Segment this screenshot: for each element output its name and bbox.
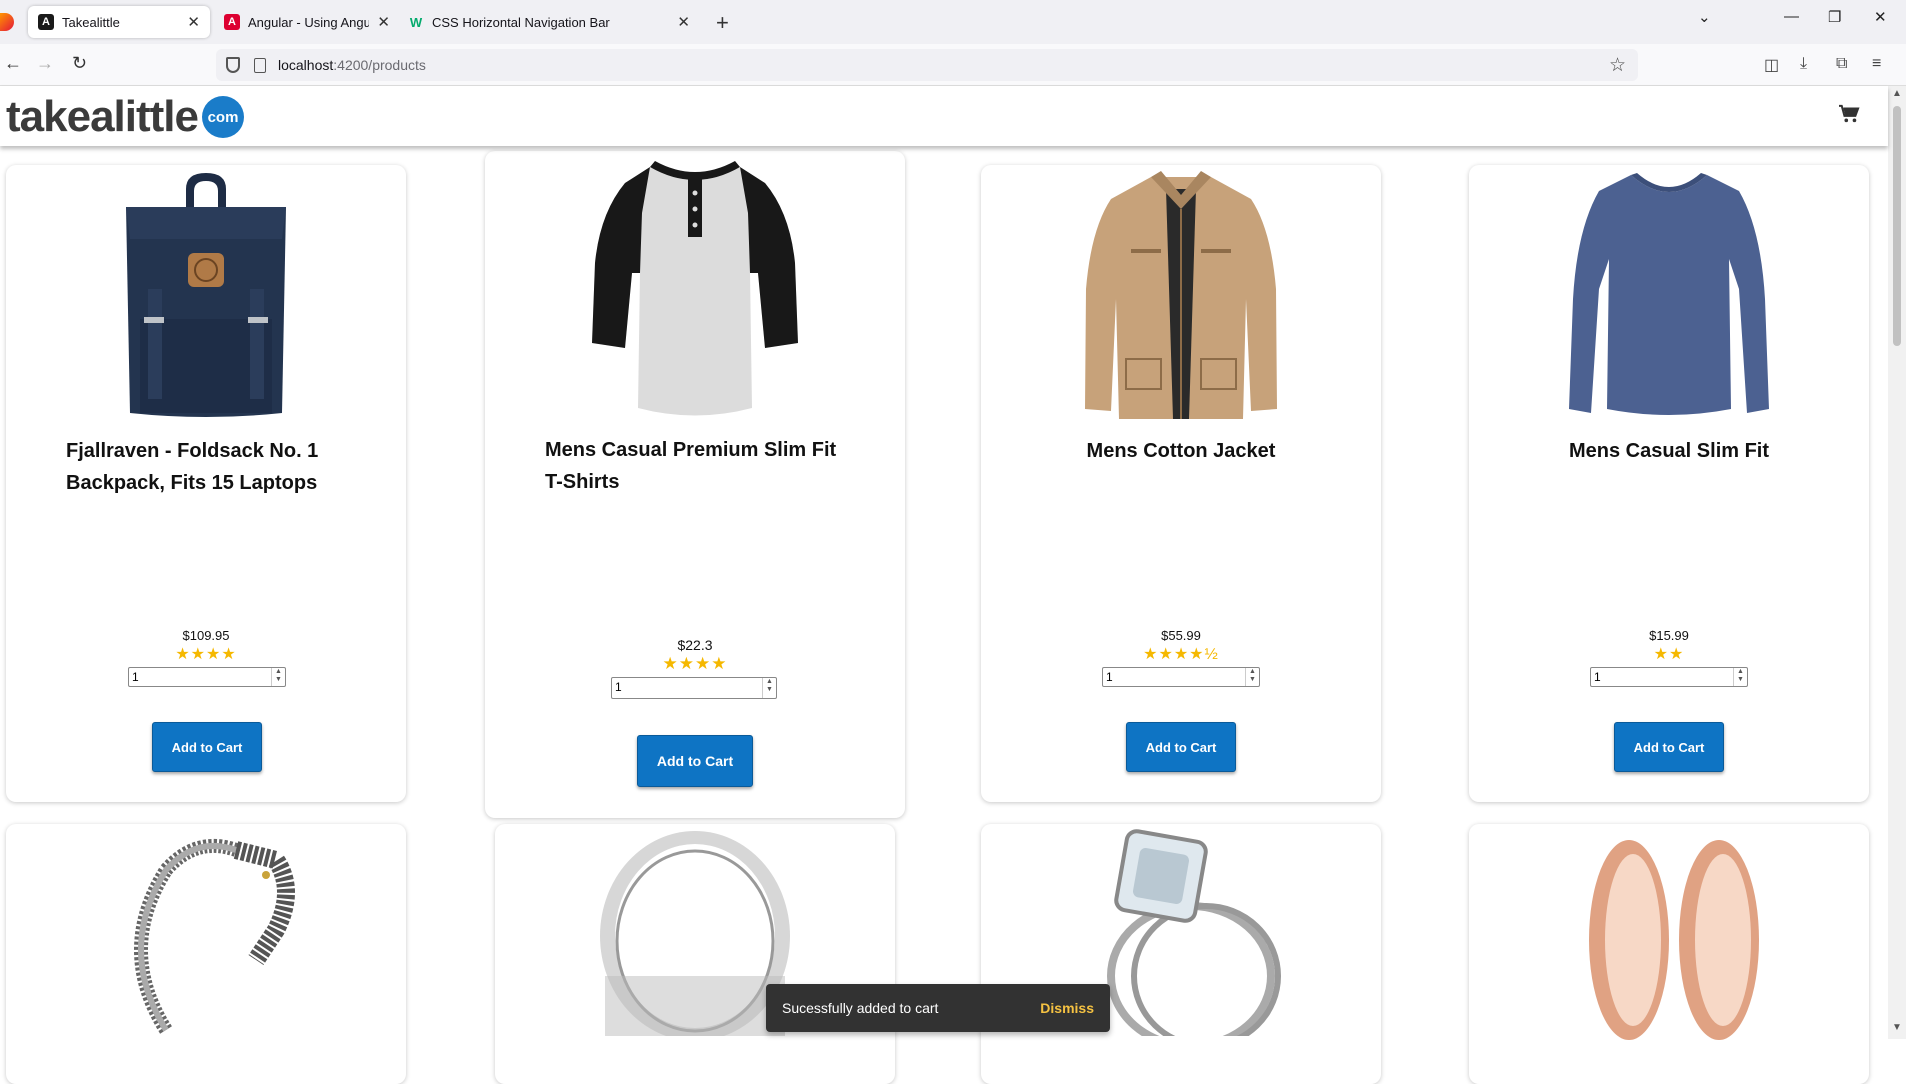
page-icon[interactable] (254, 57, 266, 73)
product-title[interactable]: Mens Casual Slim Fit (1529, 435, 1809, 467)
menu-icon[interactable]: ≡ (1872, 55, 1881, 73)
quantity-stepper[interactable]: ▲ ▼ (762, 678, 776, 698)
close-tab-icon[interactable]: ✕ (187, 13, 200, 31)
browser-tab-bar: A Takealittle ✕ A Angular - Using Angula… (0, 0, 1906, 44)
quantity-input[interactable]: 1 ▲ ▼ (611, 677, 777, 699)
close-tab-icon[interactable]: ✕ (377, 13, 390, 31)
new-tab-button[interactable]: + (716, 10, 729, 36)
page-scrollbar[interactable]: ▲ ▼ (1888, 86, 1906, 1039)
angular-icon: A (224, 14, 240, 30)
product-title[interactable]: Mens Cotton Jacket (1041, 435, 1321, 467)
tshirt-image (592, 161, 798, 416)
scrollbar-thumb[interactable] (1893, 106, 1901, 346)
scroll-up-icon[interactable]: ▲ (1892, 88, 1902, 99)
product-title[interactable]: Mens Casual Premium Slim Fit T-Shirts (545, 434, 845, 498)
tab-list-chevron-icon[interactable]: ⌄ (1698, 8, 1711, 26)
product-price: $55.99 (1161, 628, 1201, 643)
back-icon[interactable]: ← (4, 53, 22, 74)
browser-nav-bar: ← → ↻ localhost:4200/products ☆ ◫ ⤓ ⧉ ≡ (0, 44, 1906, 86)
url-bar[interactable]: localhost:4200/products ☆ (216, 49, 1638, 81)
site-logo[interactable]: takealittle com (6, 92, 244, 142)
product-card (495, 824, 895, 1084)
reload-icon[interactable]: ↻ (72, 53, 87, 74)
quantity-stepper[interactable]: ▲ ▼ (1245, 668, 1259, 686)
w3schools-icon: W (409, 14, 423, 30)
add-to-cart-button[interactable]: Add to Cart (152, 722, 262, 772)
quantity-input[interactable]: 1 ▲ ▼ (1590, 667, 1748, 687)
product-rating-stars: ★★★★½ (1143, 646, 1219, 663)
product-card: Mens Cotton Jacket $55.99 ★★★★½ 1 ▲ ▼ Add… (981, 165, 1381, 802)
product-title[interactable]: Fjallraven - Foldsack No. 1 Backpack, Fi… (66, 435, 346, 499)
product-price: $109.95 (182, 628, 230, 643)
angular-icon: A (38, 14, 54, 30)
product-card (981, 824, 1381, 1084)
quantity-input[interactable]: 1 ▲ ▼ (1102, 667, 1260, 687)
logo-text: takealittle (6, 92, 199, 141)
product-rating-stars: ★★ (1653, 646, 1685, 663)
scroll-down-icon[interactable]: ▼ (1892, 1022, 1902, 1033)
restore-icon[interactable]: ❐ (1828, 8, 1841, 26)
tab-takealittle[interactable]: A Takealittle ✕ (28, 6, 210, 38)
product-card: Mens Casual Slim Fit $15.99 ★★ 1 ▲ ▼ Add … (1469, 165, 1869, 802)
add-to-cart-button[interactable]: Add to Cart (1126, 722, 1236, 772)
add-to-cart-button[interactable]: Add to Cart (1614, 722, 1724, 772)
product-card: Fjallraven - Foldsack No. 1 Backpack, Fi… (6, 165, 406, 802)
product-card (1469, 824, 1869, 1084)
snackbar-message: Sucessfully added to cart (782, 1000, 939, 1016)
shopping-cart-icon[interactable] (1838, 104, 1860, 124)
quantity-stepper[interactable]: ▲ ▼ (1733, 668, 1747, 686)
product-rating-stars: ★★★★ (175, 646, 237, 663)
bookmark-star-icon[interactable]: ☆ (1609, 54, 1626, 77)
rose-gold-tunnels-image (1589, 840, 1759, 1040)
ring-image (600, 831, 790, 1036)
close-tab-icon[interactable]: ✕ (677, 13, 690, 31)
url-text[interactable]: localhost:4200/products (278, 57, 426, 73)
pocket-icon[interactable]: ◫ (1764, 55, 1779, 75)
site-header: takealittle com (0, 86, 1888, 146)
shield-icon[interactable] (226, 57, 240, 73)
backpack-image (126, 173, 286, 417)
longsleeve-shirt-image (1569, 173, 1769, 415)
download-icon[interactable]: ⤓ (1800, 55, 1807, 73)
extensions-icon[interactable]: ⧉ (1836, 55, 1847, 73)
tab-title: Angular - Using Angular routes (248, 14, 370, 30)
product-card (6, 824, 406, 1084)
product-price: $22.3 (677, 637, 713, 653)
snackbar: Sucessfully added to cart Dismiss (766, 984, 1110, 1032)
tab-title: CSS Horizontal Navigation Bar (432, 14, 610, 30)
quantity-input[interactable]: 1 ▲ ▼ (128, 667, 286, 687)
firefox-icon (0, 13, 14, 31)
tab-title: Takealittle (62, 14, 120, 30)
diamond-ring-image (1107, 829, 1281, 1036)
bracelet-image (134, 838, 295, 1034)
tab-css-navbar[interactable]: W CSS Horizontal Navigation Bar ✕ (398, 6, 700, 38)
quantity-stepper[interactable]: ▲ ▼ (271, 668, 285, 686)
minimize-icon[interactable]: — (1784, 8, 1799, 25)
tab-angular-routes[interactable]: A Angular - Using Angular routes ✕ (214, 6, 400, 38)
add-to-cart-button[interactable]: Add to Cart (637, 735, 753, 787)
close-window-icon[interactable]: ✕ (1874, 8, 1887, 26)
product-rating-stars: ★★★★ (662, 654, 728, 673)
logo-badge: com (201, 96, 244, 138)
forward-icon[interactable]: → (36, 53, 54, 74)
product-card: Mens Casual Premium Slim Fit T-Shirts $2… (485, 151, 905, 818)
jacket-image (1085, 171, 1277, 419)
product-price: $15.99 (1649, 628, 1689, 643)
dismiss-button[interactable]: Dismiss (1040, 1000, 1094, 1016)
